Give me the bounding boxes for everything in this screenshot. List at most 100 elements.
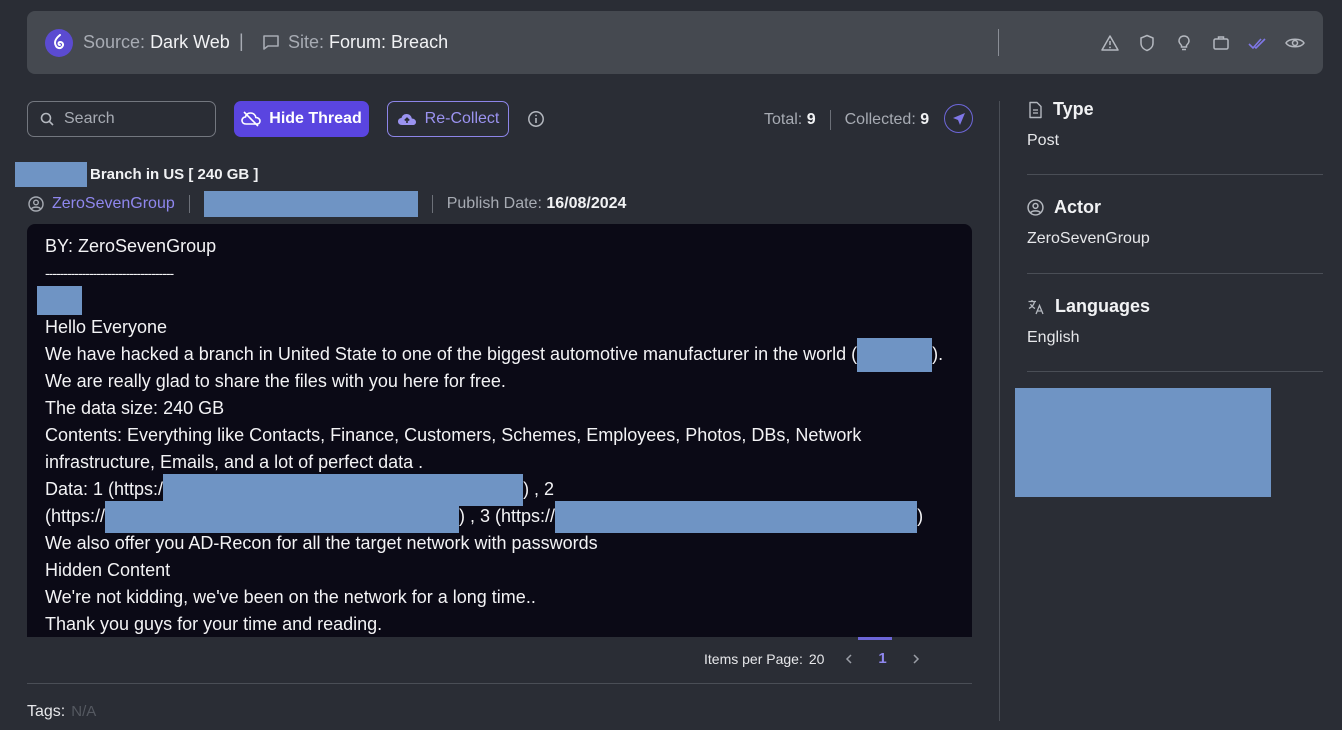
- hide-thread-button[interactable]: Hide Thread: [234, 101, 369, 137]
- items-per-page-label: Items per Page:: [704, 650, 803, 667]
- type-label: Type: [1053, 99, 1094, 119]
- user-circle-icon: [1027, 199, 1044, 216]
- source-field: Source: Dark Web: [83, 32, 230, 53]
- counts-divider: [829, 110, 831, 130]
- double-check-icon[interactable]: [1248, 33, 1268, 53]
- type-value: Post: [1027, 132, 1060, 149]
- alert-triangle-icon[interactable]: [1100, 33, 1120, 53]
- redacted-block: [857, 337, 933, 372]
- total-value: 9: [806, 111, 816, 128]
- navigate-button[interactable]: [944, 104, 973, 133]
- post-line-text: Data: 1 (https:/: [45, 479, 164, 499]
- tags-divider: [27, 683, 972, 684]
- languages-value: English: [1027, 329, 1080, 346]
- sidebar-section-divider: [1027, 273, 1323, 274]
- site-field: Site: Forum: Breach: [288, 32, 448, 53]
- post-line: Hello Everyone: [45, 317, 168, 337]
- redacted-block: [15, 162, 87, 187]
- info-icon[interactable]: [527, 110, 545, 128]
- total-label: Total:: [764, 111, 803, 128]
- header-action-icons: [1100, 33, 1305, 53]
- scroll-indicator: [858, 637, 892, 640]
- tags-label: Tags:: [27, 703, 66, 720]
- meta-divider: [431, 195, 433, 213]
- languages-label: Languages: [1055, 296, 1151, 316]
- sidebar-divider: [999, 101, 1000, 721]
- publish-date-value: 16/08/2024: [546, 195, 627, 212]
- redacted-block: [203, 191, 418, 217]
- publish-date-label: Publish Date:: [446, 195, 542, 212]
- actor-link[interactable]: ZeroSevenGroup: [52, 195, 175, 213]
- collected-value: 9: [920, 111, 930, 128]
- search-input[interactable]: [64, 110, 204, 128]
- actor-label: Actor: [1054, 197, 1102, 217]
- post-line: [37, 286, 954, 315]
- chevron-right-icon[interactable]: [911, 653, 921, 665]
- chat-bubble-icon: [262, 33, 280, 51]
- collected-label: Collected:: [844, 111, 916, 128]
- redacted-block: [37, 286, 82, 315]
- header-divider: [998, 29, 999, 56]
- sidebar-section-divider: [1027, 174, 1323, 175]
- post-title-text: Branch in US [ 240 GB ]: [90, 166, 259, 183]
- recollect-label: Re-Collect: [424, 110, 500, 127]
- chevron-left-icon[interactable]: [844, 653, 854, 665]
- post-line-text: ) , 3 (https://: [459, 506, 556, 526]
- redacted-link: [105, 500, 460, 533]
- post-line: The data size: 240 GB: [45, 398, 225, 418]
- cloud-upload-icon: [397, 114, 416, 125]
- page-number-current[interactable]: 1: [878, 650, 886, 667]
- post-line: Hidden Content: [45, 560, 171, 580]
- post-line: BY: ZeroSevenGroup: [45, 236, 217, 256]
- type-heading: Type: [1027, 99, 1094, 120]
- actor-section: Actor ZeroSevenGroup: [1027, 197, 1150, 248]
- languages-heading: Languages: [1027, 296, 1150, 317]
- actor-value: ZeroSevenGroup: [1027, 230, 1150, 247]
- redacted-link: [555, 500, 918, 533]
- translate-icon: [1028, 299, 1044, 314]
- post-line-text: (https://: [45, 506, 106, 526]
- cloud-off-icon: [241, 111, 262, 127]
- sidebar-section-divider: [1027, 371, 1323, 372]
- pagination: Items per Page: 20 1: [704, 650, 921, 667]
- lightbulb-icon[interactable]: [1174, 33, 1194, 53]
- user-circle-icon: [28, 196, 44, 212]
- recollect-button[interactable]: Re-Collect: [387, 101, 509, 137]
- collection-counts: Total: 9 Collected: 9: [764, 110, 929, 130]
- post-line: Thank you guys for your time and reading…: [45, 614, 383, 634]
- post-line: We're not kidding, we've been on the net…: [45, 587, 536, 607]
- hide-thread-label: Hide Thread: [269, 110, 362, 127]
- search-box[interactable]: [27, 101, 216, 137]
- post-title: Branch in US [ 240 GB ]: [15, 162, 258, 187]
- post-line: (https://) , 3 (https://): [45, 500, 954, 533]
- header-separator: |: [239, 31, 244, 51]
- redacted-block: [1015, 388, 1271, 497]
- post-line: -----------------------------------: [45, 265, 174, 281]
- site-value: Forum: Breach: [329, 32, 449, 52]
- languages-section: Languages English: [1027, 296, 1150, 347]
- tags-value: N/A: [71, 703, 97, 720]
- source-label: Source:: [83, 32, 146, 52]
- shield-icon[interactable]: [1137, 33, 1157, 53]
- tags-row: Tags: N/A: [27, 703, 96, 721]
- post-line-text: We have hacked a branch in United State …: [45, 344, 858, 364]
- post-line: We are really glad to share the files wi…: [45, 371, 506, 391]
- post-content: BY: ZeroSevenGroup ---------------------…: [27, 224, 972, 637]
- items-per-page-select[interactable]: 20: [809, 651, 825, 667]
- post-line: We have hacked a branch in United State …: [45, 337, 954, 372]
- eye-icon[interactable]: [1285, 33, 1305, 53]
- top-header-bar: Source: Dark Web | Site: Forum: Breach: [27, 11, 1323, 74]
- post-meta: ZeroSevenGroup Publish Date: 16/08/2024: [28, 190, 626, 218]
- briefcase-icon[interactable]: [1211, 33, 1231, 53]
- source-value: Dark Web: [150, 32, 230, 52]
- post-line-text: ).: [932, 344, 944, 364]
- type-section: Type Post: [1027, 99, 1094, 150]
- actor-heading: Actor: [1027, 197, 1150, 218]
- document-icon: [1029, 101, 1042, 118]
- post-line: Data: 1 (https:/) , 2: [45, 473, 954, 506]
- search-icon: [40, 112, 54, 126]
- post-line: We also offer you AD-Recon for all the t…: [45, 533, 598, 553]
- site-label: Site:: [288, 32, 325, 52]
- meta-divider: [188, 195, 190, 213]
- post-line: infrastructure, Emails, and a lot of per…: [45, 452, 424, 472]
